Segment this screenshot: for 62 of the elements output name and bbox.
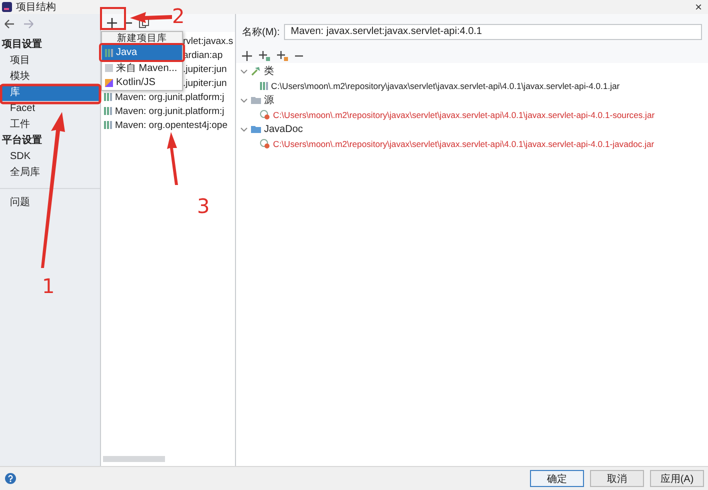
scrollbar[interactable] <box>103 456 165 462</box>
library-name[interactable]: Maven: org.junit.platform:j <box>115 106 224 116</box>
file-path[interactable]: C:\Users\moon\.m2\repository\javax\servlet\javax.servlet-api\4.0.1\javax.servlet-api-4.0.1-javadoc.jar <box>273 138 654 149</box>
back-arrow-icon <box>4 19 15 29</box>
kotlin-icon <box>105 78 113 88</box>
annotation-number: 3 <box>197 194 210 218</box>
library-icon <box>104 120 112 130</box>
annotation-number: 1 <box>42 274 55 298</box>
file-path[interactable]: C:\Users\moon\.m2\repository\javax\servlet\javax.servlet-api\4.0.1\javax.servlet-api-4.0.1.jar <box>271 80 620 91</box>
dialog-button[interactable]: 应用(A) <box>650 470 704 487</box>
window-title: 项目结构 <box>16 0 56 14</box>
library-name[interactable]: .jupiter:jun <box>183 78 227 88</box>
expanded-chevron-icon[interactable] <box>240 96 248 104</box>
tree-node[interactable]: 源 <box>264 93 274 108</box>
name-field[interactable]: Maven: javax.servlet:javax.servlet-api:4.0.1 <box>284 24 702 40</box>
folder-icon <box>251 95 261 106</box>
library-icon <box>105 62 113 72</box>
library-name[interactable]: .jupiter:jun <box>183 64 227 74</box>
sidebar-item[interactable]: 全局库 <box>0 165 100 181</box>
add-icon <box>242 51 252 61</box>
library-icon <box>105 48 113 58</box>
file-path[interactable]: C:\Users\moon\.m2\repository\javax\servlet\javax.servlet-api\4.0.1\javax.servlet-api-4.0.1-sources.jar <box>273 110 655 120</box>
dialog-button[interactable]: 取消 <box>590 470 644 487</box>
sidebar-item[interactable]: Facet <box>0 101 100 117</box>
library-name[interactable]: ardian:ap <box>183 50 223 60</box>
menu-item[interactable]: Java <box>102 45 182 60</box>
library-name[interactable]: Maven: org.junit.platform:j <box>115 92 224 102</box>
jar-icon <box>260 80 268 91</box>
tree-node[interactable]: JavaDoc <box>264 124 303 135</box>
sidebar-item[interactable]: SDK <box>0 149 100 165</box>
library-name[interactable]: rvlet:javax.s <box>183 36 234 46</box>
sidebar-item[interactable]: 问题 <box>0 195 100 211</box>
dialog-button[interactable]: 确定 <box>530 470 584 487</box>
sidebar-item[interactable]: 项目 <box>0 53 100 69</box>
library-name[interactable]: Maven: org.opentest4j:ope <box>115 120 228 130</box>
library-icon <box>104 92 112 102</box>
close-button[interactable]: × <box>694 1 702 13</box>
expanded-chevron-icon[interactable] <box>240 125 248 134</box>
name-label: 名称(M): <box>242 26 280 39</box>
highlight-frame <box>100 7 126 30</box>
annotation-arrow <box>167 132 178 185</box>
folder-icon <box>251 124 261 134</box>
missing-file-icon <box>260 138 270 149</box>
help-icon <box>5 473 16 484</box>
add-classes-icon <box>259 51 270 61</box>
expanded-chevron-icon[interactable] <box>240 67 248 76</box>
add-icon <box>107 18 117 28</box>
tree-node[interactable]: 类 <box>264 64 274 78</box>
missing-file-icon <box>260 110 270 120</box>
section-heading: 项目设置 <box>0 38 43 52</box>
add-sources-icon <box>277 51 288 61</box>
annotation-number: 2 <box>172 4 185 28</box>
sidebar-item[interactable]: 模块 <box>0 69 100 85</box>
annotation-arrow <box>130 12 172 23</box>
menu-item[interactable]: Kotlin/JS <box>102 75 182 90</box>
library-icon <box>104 106 112 116</box>
sidebar-item[interactable]: 工件 <box>0 117 100 133</box>
app-icon <box>2 2 12 12</box>
menu-item[interactable]: 来自 Maven... <box>102 60 182 75</box>
forward-arrow-icon <box>23 19 34 29</box>
section-heading: 平台设置 <box>1 134 43 148</box>
hammer-icon <box>251 66 261 76</box>
